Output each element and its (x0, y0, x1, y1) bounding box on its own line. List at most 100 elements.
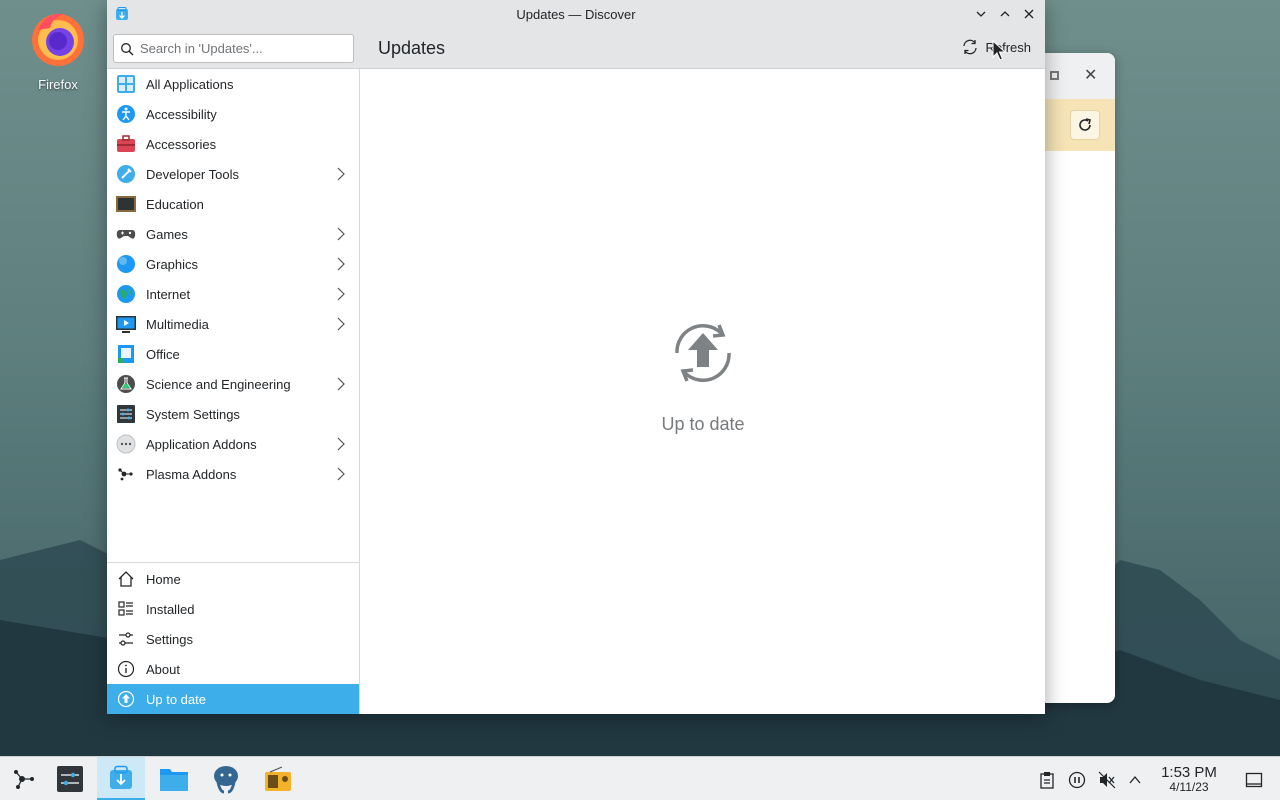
category-list: All Applications Accessibility Accessori… (107, 69, 359, 489)
discover-icon (110, 765, 132, 789)
nav-label: Installed (146, 601, 195, 617)
close-icon[interactable]: ✕ (1084, 65, 1097, 85)
internet-icon (116, 284, 136, 304)
category-label: Application Addons (146, 436, 257, 452)
games-icon (116, 224, 136, 244)
clock-time: 1:53 PM (1161, 764, 1217, 781)
developer-tools-icon (116, 164, 136, 184)
tray-media-player[interactable] (1066, 769, 1088, 791)
tray-clipboard[interactable] (1036, 769, 1058, 791)
all-applications-icon (116, 74, 136, 94)
chevron-right-icon (337, 377, 345, 391)
task-radio[interactable] (254, 757, 302, 800)
discover-icon (116, 7, 128, 20)
category-science-and-engineering[interactable]: Science and Engineering (107, 369, 359, 399)
chevron-right-icon (337, 317, 345, 331)
window-title: Updates — Discover (516, 6, 636, 22)
category-games[interactable]: Games (107, 219, 359, 249)
media-pause-icon (1068, 771, 1086, 789)
category-label: Education (146, 196, 204, 212)
category-label: Science and Engineering (146, 376, 291, 392)
expand-tray-icon (1129, 775, 1141, 784)
clipboard-icon (1040, 772, 1054, 789)
file-manager-icon (160, 769, 188, 791)
task-system-settings[interactable] (46, 757, 94, 800)
discover-window: Updates — Discover Updates (107, 0, 1045, 714)
window-titlebar[interactable]: Updates — Discover (107, 0, 1045, 28)
category-label: Graphics (146, 256, 199, 272)
application-addons-icon (116, 434, 136, 454)
refresh-icon (963, 39, 978, 55)
category-label: Multimedia (146, 316, 209, 332)
nav-settings[interactable]: Settings (107, 624, 359, 654)
nav-about[interactable]: About (107, 654, 359, 684)
desktop-icon-firefox[interactable]: Firefox (18, 8, 98, 92)
education-icon (116, 194, 136, 214)
application-launcher-button[interactable] (0, 757, 48, 800)
category-system-settings[interactable]: System Settings (107, 399, 359, 429)
close-button[interactable] (1019, 4, 1039, 24)
up-to-date-icon (675, 323, 731, 383)
sidebar: All Applications Accessibility Accessori… (107, 69, 360, 714)
category-developer-tools[interactable]: Developer Tools (107, 159, 359, 189)
task-database[interactable] (202, 757, 250, 800)
system-settings-icon (57, 766, 83, 792)
maximize-button[interactable] (995, 4, 1015, 24)
plasma-addons-icon (116, 464, 136, 484)
category-accessibility[interactable]: Accessibility (107, 99, 359, 129)
category-all-applications[interactable]: All Applications (107, 69, 359, 99)
graphics-icon (116, 254, 136, 274)
chevron-right-icon (337, 257, 345, 271)
status-text: Up to date (661, 414, 745, 434)
category-label: Office (146, 346, 180, 362)
category-graphics[interactable]: Graphics (107, 249, 359, 279)
digital-clock[interactable]: 1:53 PM 4/11/23 (1156, 765, 1222, 794)
category-label: All Applications (146, 76, 234, 92)
category-multimedia[interactable]: Multimedia (107, 309, 359, 339)
minimize-button[interactable] (971, 4, 991, 24)
accessories-icon (116, 134, 136, 154)
update-status: Up to date (361, 319, 1045, 435)
info-icon (117, 660, 135, 678)
office-icon (116, 344, 136, 364)
category-education[interactable]: Education (107, 189, 359, 219)
task-file-manager[interactable] (150, 757, 198, 800)
toolbar: Updates Refresh (107, 28, 1045, 69)
nav-home[interactable]: Home (107, 564, 359, 594)
task-discover[interactable] (97, 757, 145, 800)
show-desktop-icon (1245, 772, 1263, 788)
nav-updates[interactable]: Up to date (107, 684, 359, 714)
chevron-right-icon (337, 167, 345, 181)
installed-icon (117, 600, 135, 618)
home-icon (117, 570, 135, 588)
nav-label: About (146, 661, 180, 677)
category-office[interactable]: Office (107, 339, 359, 369)
reload-icon (1079, 118, 1091, 131)
tray-volume[interactable] (1096, 769, 1118, 791)
category-internet[interactable]: Internet (107, 279, 359, 309)
volume-muted-icon (1098, 771, 1116, 789)
maximize-icon[interactable] (1050, 71, 1059, 80)
taskbar: 1:53 PM 4/11/23 (0, 756, 1280, 800)
category-label: Internet (146, 286, 191, 302)
category-label: Plasma Addons (146, 466, 237, 482)
nav-label: Settings (146, 631, 193, 647)
category-accessories[interactable]: Accessories (107, 129, 359, 159)
chevron-right-icon (337, 287, 345, 301)
show-desktop-button[interactable] (1243, 769, 1265, 791)
category-label: Games (146, 226, 188, 242)
category-label: Developer Tools (146, 166, 239, 182)
category-label: Accessibility (146, 106, 217, 122)
nav-label: Up to date (146, 691, 206, 707)
tray-expand[interactable] (1124, 769, 1146, 791)
category-plasma-addons[interactable]: Plasma Addons (107, 459, 359, 489)
close-icon (1024, 9, 1034, 19)
category-application-addons[interactable]: Application Addons (107, 429, 359, 459)
radio-icon (265, 766, 291, 791)
nav-installed[interactable]: Installed (107, 594, 359, 624)
maximize-icon (1000, 11, 1010, 17)
settings-icon (117, 630, 135, 648)
reload-button[interactable] (1070, 110, 1100, 140)
search-box[interactable] (113, 34, 354, 63)
search-input[interactable] (140, 41, 340, 56)
